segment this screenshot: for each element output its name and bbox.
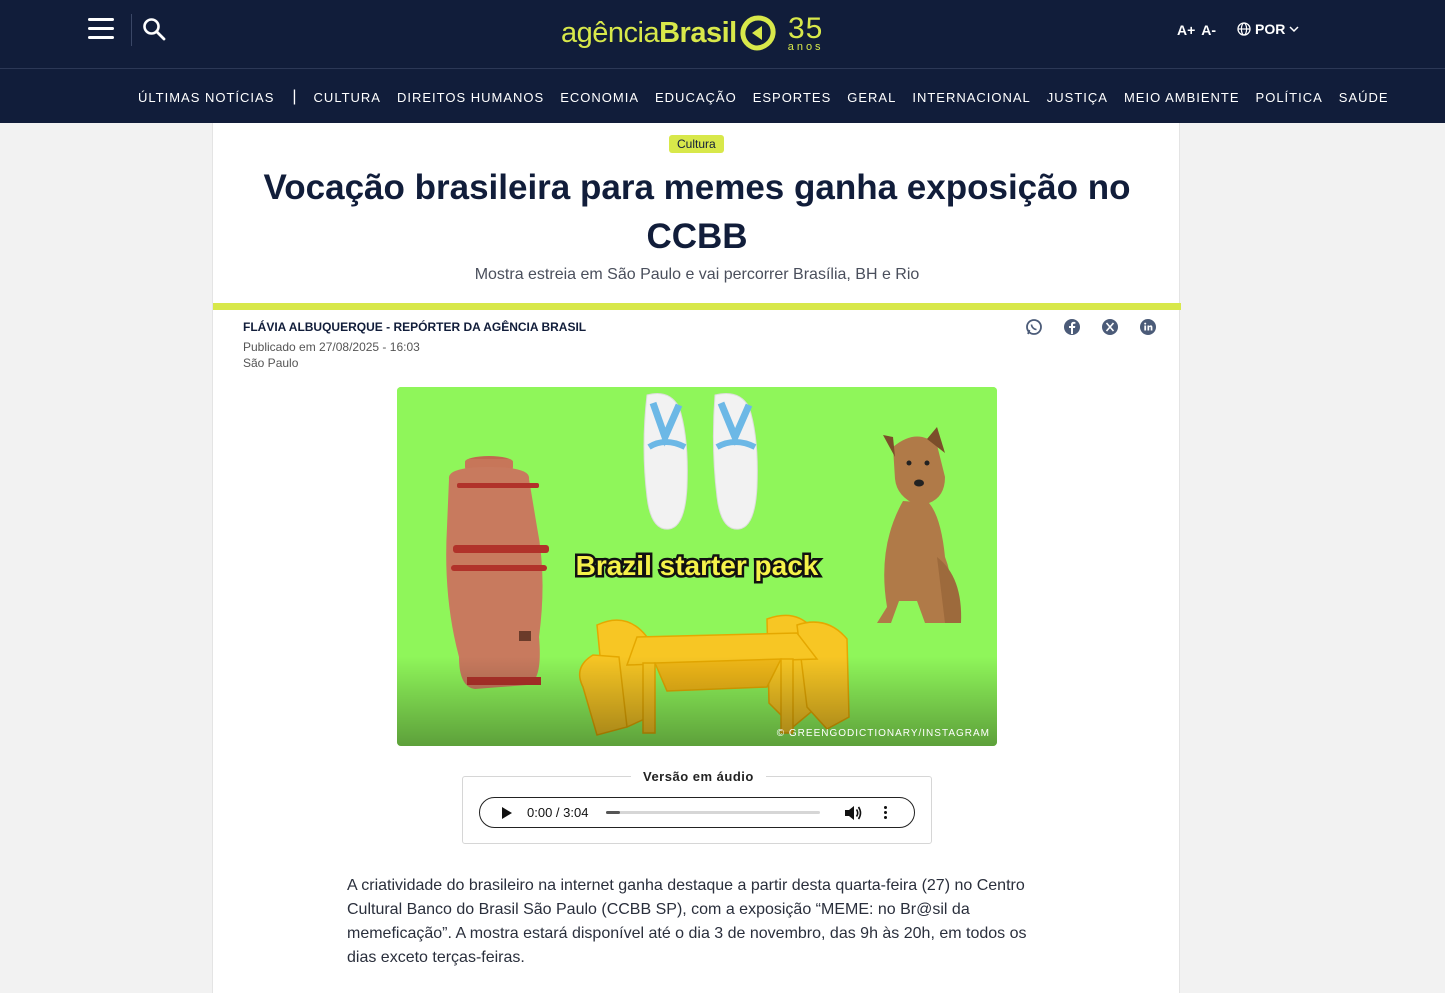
nav-item-internacional[interactable]: INTERNACIONAL xyxy=(912,90,1030,105)
font-size-controls: A+ A- xyxy=(1177,22,1216,38)
nav-item-justica[interactable]: JUSTIÇA xyxy=(1047,90,1108,105)
whatsapp-icon[interactable] xyxy=(1025,318,1043,336)
header-divider xyxy=(131,14,132,46)
section-nav: ÚLTIMAS NOTÍCIAS | CULTURA DIREITOS HUMA… xyxy=(0,68,1445,123)
x-icon[interactable] xyxy=(1101,318,1119,336)
article-subheadline: Mostra estreia em São Paulo e vai percor… xyxy=(474,266,920,283)
article-image[interactable]: Brazil starter pack © GREENGODICTIONARY/… xyxy=(397,387,997,746)
language-selector[interactable]: POR xyxy=(1237,21,1299,37)
font-increase-button[interactable]: A+ xyxy=(1177,22,1195,38)
audio-time: 0:00 / 3:04 xyxy=(527,805,589,820)
nav-item-saude[interactable]: SAÚDE xyxy=(1339,90,1389,105)
menu-icon[interactable] xyxy=(88,18,114,42)
nav-separator: | xyxy=(292,88,297,105)
publish-date: Publicado em 27/08/2025 - 16:03 xyxy=(243,340,420,354)
share-buttons xyxy=(1025,318,1157,336)
logo-wordmark: agênciaBrasil xyxy=(561,16,737,49)
logo-mark-icon xyxy=(740,15,776,51)
volume-icon[interactable] xyxy=(844,805,862,821)
agencia-brasil-logo[interactable]: agênciaBrasil 35 anos xyxy=(561,10,824,56)
nav-item-esportes[interactable]: ESPORTES xyxy=(753,90,832,105)
article-body-paragraph: A criatividade do brasileiro na internet… xyxy=(347,877,1027,966)
facebook-icon[interactable] xyxy=(1063,318,1081,336)
chevron-down-icon xyxy=(1289,26,1299,33)
article-headline: Vocação brasileira para memes ganha expo… xyxy=(263,168,1131,256)
starter-pack-illustration: Brazil starter pack xyxy=(397,387,997,746)
audio-version-label: Versão em áudio xyxy=(631,769,766,784)
play-icon[interactable] xyxy=(502,806,512,819)
top-header: agênciaBrasil 35 anos A+ A- POR xyxy=(0,0,1445,68)
nav-item-direitos-humanos[interactable]: DIREITOS HUMANOS xyxy=(397,90,544,105)
starter-pack-caption: Brazil starter pack xyxy=(576,550,819,581)
nav-item-geral[interactable]: GERAL xyxy=(847,90,896,105)
more-options-icon[interactable] xyxy=(884,806,888,819)
language-label: POR xyxy=(1255,21,1286,37)
article-container: Cultura Vocação brasileira para memes ga… xyxy=(212,123,1181,993)
audio-player: 0:00 / 3:04 xyxy=(479,797,915,828)
nav-item-cultura[interactable]: CULTURA xyxy=(314,90,381,105)
audio-progress-fill xyxy=(606,811,621,814)
nav-item-politica[interactable]: POLÍTICA xyxy=(1256,90,1323,105)
nav-item-meio-ambiente[interactable]: MEIO AMBIENTE xyxy=(1124,90,1240,105)
accent-divider xyxy=(213,303,1181,310)
audio-progress-bar[interactable] xyxy=(606,811,821,814)
article-byline: FLÁVIA ALBUQUERQUE - REPÓRTER DA AGÊNCIA… xyxy=(243,320,587,334)
search-icon[interactable] xyxy=(142,17,168,43)
category-tag[interactable]: Cultura xyxy=(669,135,724,153)
globe-icon xyxy=(1237,22,1251,36)
logo-35-anos: 35 anos xyxy=(787,11,824,53)
audio-version-box: Versão em áudio 0:00 / 3:04 xyxy=(462,769,932,844)
linkedin-icon[interactable] xyxy=(1139,318,1157,336)
image-credit: © GREENGODICTIONARY/INSTAGRAM xyxy=(776,728,990,739)
nav-item-educacao[interactable]: EDUCAÇÃO xyxy=(655,90,737,105)
nav-item-economia[interactable]: ECONOMIA xyxy=(560,90,639,105)
font-decrease-button[interactable]: A- xyxy=(1201,22,1216,38)
article-location: São Paulo xyxy=(243,356,299,370)
nav-item-ultimas-noticias[interactable]: ÚLTIMAS NOTÍCIAS xyxy=(138,90,274,105)
